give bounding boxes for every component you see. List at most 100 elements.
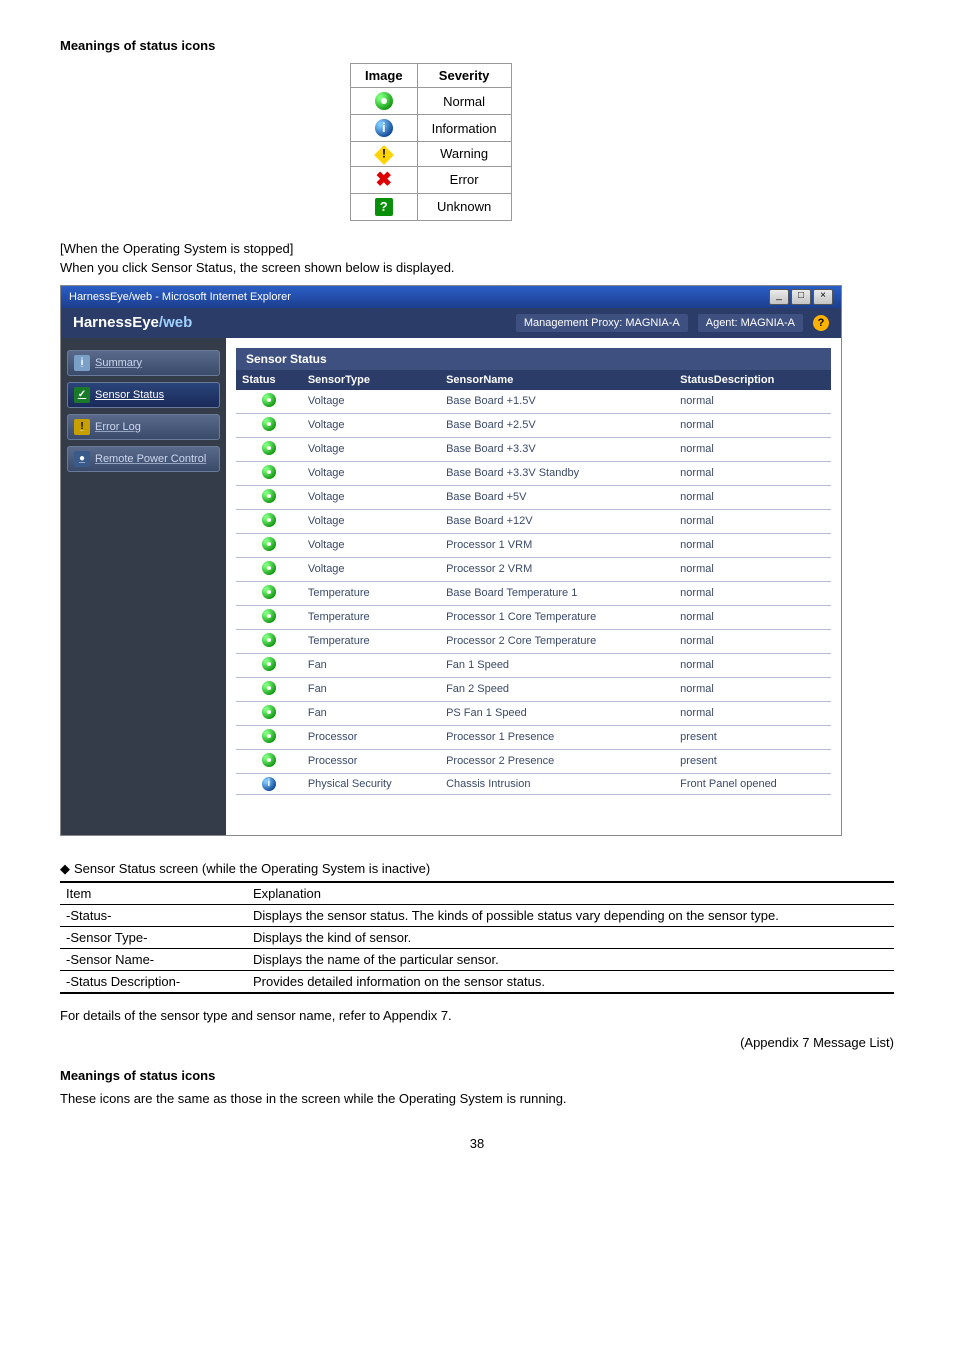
table-row: FanFan 1 Speednormal (236, 653, 831, 677)
maximize-button[interactable]: □ (791, 289, 811, 305)
sensor-type-cell: Temperature (302, 581, 440, 605)
appendix-ref: (Appendix 7 Message List) (60, 1035, 894, 1050)
unknown-icon: ? (375, 198, 393, 216)
sensor-type-cell: Fan (302, 653, 440, 677)
severity-row: ? Unknown (351, 193, 512, 220)
severity-row: Normal (351, 88, 512, 115)
browser-title: HarnessEye/web - Microsoft Internet Expl… (69, 291, 291, 303)
sidebar-item-label: Remote Power Control (95, 453, 206, 465)
status-desc-cell: normal (674, 557, 831, 581)
sensor-type-cell: Voltage (302, 485, 440, 509)
sensor-name-cell: Fan 1 Speed (440, 653, 674, 677)
sensor-name-cell: Base Board Temperature 1 (440, 581, 674, 605)
sensor-name-cell: Processor 2 Presence (440, 749, 674, 773)
severity-row: Warning (351, 142, 512, 167)
info-icon: i (375, 119, 393, 137)
status-desc-cell: normal (674, 390, 831, 414)
severity-label: Information (417, 115, 511, 142)
explain-expl: Provides detailed information on the sen… (247, 970, 894, 993)
normal-icon (262, 441, 276, 455)
sensor-name-cell: Fan 2 Speed (440, 677, 674, 701)
sensor-name-cell: Processor 1 VRM (440, 533, 674, 557)
info-icon: i (262, 777, 276, 791)
normal-icon (262, 417, 276, 431)
normal-icon (262, 609, 276, 623)
normal-icon (262, 465, 276, 479)
sensor-name-cell: Base Board +1.5V (440, 390, 674, 414)
status-desc-cell: normal (674, 461, 831, 485)
sensor-name-cell: Base Board +3.3V (440, 437, 674, 461)
table-row: TemperatureBase Board Temperature 1norma… (236, 581, 831, 605)
explain-header-item: Item (60, 882, 247, 905)
explain-item: -Sensor Type- (60, 926, 247, 948)
sidebar-item-label: Error Log (95, 421, 141, 433)
sensor-type-cell: Voltage (302, 390, 440, 414)
sensor-type-cell: Temperature (302, 629, 440, 653)
normal-icon (262, 705, 276, 719)
col-sensorname: SensorName (440, 370, 674, 390)
severity-header-severity: Severity (417, 64, 511, 88)
sidebar-item-sensor-status[interactable]: ✓ Sensor Status (67, 382, 220, 408)
help-icon[interactable]: ? (813, 315, 829, 331)
sensor-type-cell: Fan (302, 677, 440, 701)
browser-window: HarnessEye/web - Microsoft Internet Expl… (60, 285, 842, 836)
col-status: Status (236, 370, 302, 390)
normal-icon (375, 92, 393, 110)
sidebar-item-error-log[interactable]: ! Error Log (67, 414, 220, 440)
col-sensortype: SensorType (302, 370, 440, 390)
table-row: VoltageBase Board +12Vnormal (236, 509, 831, 533)
warning-icon (374, 145, 394, 165)
sensor-name-cell: Base Board +12V (440, 509, 674, 533)
table-row: FanPS Fan 1 Speednormal (236, 701, 831, 725)
sidebar-item-remote-power[interactable]: ● Remote Power Control (67, 446, 220, 472)
severity-label: Error (417, 166, 511, 193)
normal-icon (262, 633, 276, 647)
severity-label: Warning (417, 142, 511, 167)
normal-icon (262, 537, 276, 551)
sensor-type-cell: Voltage (302, 413, 440, 437)
for-details-text: For details of the sensor type and senso… (60, 1008, 894, 1023)
severity-label: Normal (417, 88, 511, 115)
sidebar-item-summary[interactable]: i Summary (67, 350, 220, 376)
normal-icon (262, 753, 276, 767)
sensor-name-cell: Processor 2 VRM (440, 557, 674, 581)
severity-table: Image Severity Normal i Information Warn… (350, 63, 512, 221)
status-desc-cell: normal (674, 437, 831, 461)
table-row: TemperatureProcessor 2 Core Temperaturen… (236, 629, 831, 653)
sensor-status-icon: ✓ (74, 387, 90, 403)
minimize-button[interactable]: _ (769, 289, 789, 305)
status-desc-cell: normal (674, 509, 831, 533)
status-desc-cell: normal (674, 485, 831, 509)
severity-header-image: Image (351, 64, 418, 88)
browser-titlebar: HarnessEye/web - Microsoft Internet Expl… (61, 286, 841, 308)
close-button[interactable]: × (813, 289, 833, 305)
normal-icon (262, 681, 276, 695)
status-desc-cell: normal (674, 533, 831, 557)
table-row: FanFan 2 Speednormal (236, 677, 831, 701)
sensor-type-cell: Temperature (302, 605, 440, 629)
explain-item: -Status- (60, 904, 247, 926)
summary-icon: i (74, 355, 90, 371)
app-header: HarnessEye/web Management Proxy: MAGNIA-… (61, 308, 841, 338)
sensor-type-cell: Processor (302, 725, 440, 749)
explain-item: -Sensor Name- (60, 948, 247, 970)
meanings-heading-2: Meanings of status icons (60, 1068, 894, 1083)
explain-expl: Displays the sensor status. The kinds of… (247, 904, 894, 926)
meanings-heading-1: Meanings of status icons (60, 38, 894, 53)
table-row: VoltageBase Board +1.5Vnormal (236, 390, 831, 414)
status-desc-cell: normal (674, 605, 831, 629)
error-log-icon: ! (74, 419, 90, 435)
status-desc-cell: normal (674, 677, 831, 701)
sidebar-item-label: Sensor Status (95, 389, 164, 401)
error-icon: ✖ (375, 169, 392, 191)
sensor-type-cell: Voltage (302, 509, 440, 533)
sensor-name-cell: Chassis Intrusion (440, 773, 674, 794)
normal-icon (262, 393, 276, 407)
content-area: Sensor Status Status SensorType SensorNa… (226, 338, 841, 835)
sensor-type-cell: Voltage (302, 533, 440, 557)
sensor-name-cell: Base Board +3.3V Standby (440, 461, 674, 485)
normal-icon (262, 657, 276, 671)
status-desc-cell: normal (674, 653, 831, 677)
panel-title: Sensor Status (236, 348, 831, 370)
table-row: ProcessorProcessor 2 Presencepresent (236, 749, 831, 773)
